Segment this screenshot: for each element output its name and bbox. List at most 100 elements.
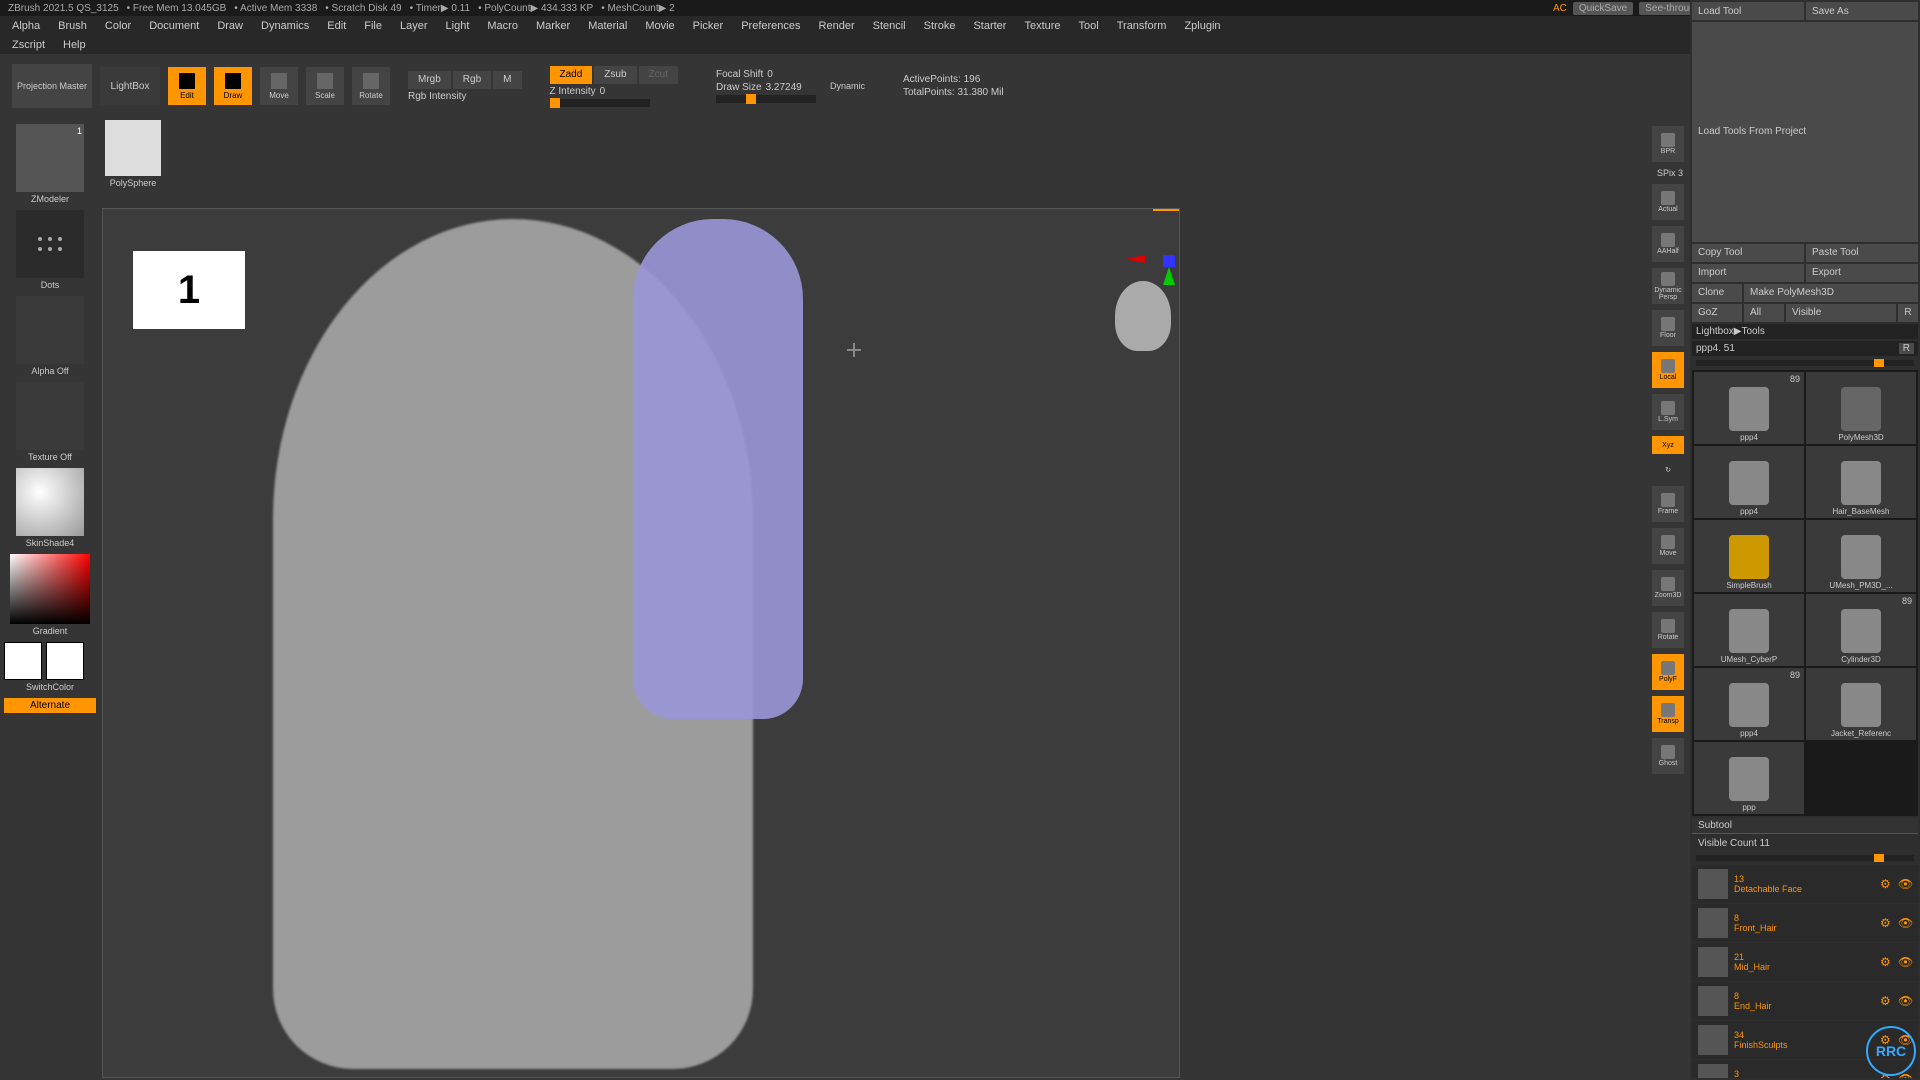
- make-polymesh-button[interactable]: Make PolyMesh3D: [1744, 284, 1918, 302]
- menu-texture[interactable]: Texture: [1024, 20, 1060, 32]
- menu-brush[interactable]: Brush: [58, 20, 87, 32]
- subtool-item[interactable]: 21Mid_Hair ⚙👁: [1692, 943, 1918, 981]
- color-picker[interactable]: [10, 554, 90, 624]
- texture-thumbnail[interactable]: [16, 382, 84, 450]
- spin-icon[interactable]: ↻: [1652, 460, 1684, 480]
- local-button[interactable]: Local: [1652, 352, 1684, 388]
- paste-tool-button[interactable]: Paste Tool: [1806, 244, 1918, 262]
- menu-starter[interactable]: Starter: [973, 20, 1006, 32]
- tool-item[interactable]: 89ppp4: [1694, 372, 1804, 444]
- tool-item[interactable]: SimpleBrush: [1694, 520, 1804, 592]
- persp-button[interactable]: Dynamic Persp: [1652, 268, 1684, 304]
- zcut-button[interactable]: Zcut: [639, 66, 678, 84]
- copy-tool-button[interactable]: Copy Tool: [1692, 244, 1804, 262]
- tool-item[interactable]: Jacket_Referenc: [1806, 668, 1916, 740]
- rotate-nav-button[interactable]: Rotate: [1652, 612, 1684, 648]
- tool-item[interactable]: 89ppp4: [1694, 668, 1804, 740]
- dynamic-toggle[interactable]: Dynamic: [830, 81, 865, 91]
- material-thumbnail[interactable]: [16, 468, 84, 536]
- r-button-1[interactable]: R: [1898, 304, 1918, 322]
- menu-macro[interactable]: Macro: [487, 20, 518, 32]
- navigation-gizmo[interactable]: [1115, 255, 1175, 345]
- move-nav-button[interactable]: Move: [1652, 528, 1684, 564]
- secondary-color-swatch[interactable]: [46, 642, 84, 680]
- switch-color-swatches[interactable]: [4, 642, 96, 680]
- alternate-button[interactable]: Alternate: [4, 698, 96, 713]
- gear-icon[interactable]: ⚙: [1880, 955, 1894, 969]
- zoom3d-button[interactable]: Zoom3D: [1652, 570, 1684, 606]
- export-button[interactable]: Export: [1806, 264, 1918, 282]
- spix-label[interactable]: SPix 3: [1652, 168, 1688, 178]
- goz-visible-button[interactable]: Visible: [1786, 304, 1896, 322]
- zsub-button[interactable]: Zsub: [594, 66, 636, 84]
- tool-name-bar[interactable]: ppp4. 51 R: [1692, 341, 1918, 356]
- aahalf-button[interactable]: AAHalf: [1652, 226, 1684, 262]
- menu-render[interactable]: Render: [819, 20, 855, 32]
- xyz-button[interactable]: Xyz: [1652, 436, 1684, 454]
- menu-stroke[interactable]: Stroke: [924, 20, 956, 32]
- menu-stencil[interactable]: Stencil: [873, 20, 906, 32]
- visible-count-slider[interactable]: [1696, 855, 1914, 861]
- tool-item[interactable]: ppp: [1694, 742, 1804, 814]
- menu-dynamics[interactable]: Dynamics: [261, 20, 309, 32]
- bpr-button[interactable]: BPR: [1652, 126, 1684, 162]
- camera-head-icon[interactable]: [1115, 281, 1171, 351]
- brush-thumbnail[interactable]: 1: [16, 124, 84, 192]
- actual-button[interactable]: Actual: [1652, 184, 1684, 220]
- tool-item[interactable]: PolyMesh3D: [1806, 372, 1916, 444]
- menu-zplugin[interactable]: Zplugin: [1184, 20, 1220, 32]
- draw-size-slider[interactable]: [716, 95, 816, 103]
- subtool-item[interactable]: 13Detachable Face ⚙👁: [1692, 865, 1918, 903]
- menu-file[interactable]: File: [364, 20, 382, 32]
- frame-button[interactable]: Frame: [1652, 486, 1684, 522]
- load-tool-button[interactable]: Load Tool: [1692, 2, 1804, 20]
- menu-color[interactable]: Color: [105, 20, 131, 32]
- floor-button[interactable]: Floor: [1652, 310, 1684, 346]
- transp-button[interactable]: Transp: [1652, 696, 1684, 732]
- goz-all-button[interactable]: All: [1744, 304, 1784, 322]
- gear-icon[interactable]: ⚙: [1880, 916, 1894, 930]
- stroke-thumbnail[interactable]: [16, 210, 84, 278]
- tool-item[interactable]: Hair_BaseMesh: [1806, 446, 1916, 518]
- menu-marker[interactable]: Marker: [536, 20, 570, 32]
- r-button-2[interactable]: R: [1899, 343, 1914, 354]
- eye-icon[interactable]: 👁: [1898, 916, 1912, 930]
- menu-material[interactable]: Material: [588, 20, 627, 32]
- tool-item[interactable]: UMesh_CyberP: [1694, 594, 1804, 666]
- main-color-swatch[interactable]: [4, 642, 42, 680]
- tool-item[interactable]: 89Cylinder3D: [1806, 594, 1916, 666]
- subtool-header[interactable]: Subtool: [1692, 818, 1918, 834]
- subtool-item[interactable]: 8Front_Hair ⚙👁: [1692, 904, 1918, 942]
- menu-light[interactable]: Light: [446, 20, 470, 32]
- lightbox-button[interactable]: LightBox: [100, 67, 160, 105]
- tool-item[interactable]: ppp4: [1694, 446, 1804, 518]
- eye-icon[interactable]: 👁: [1898, 955, 1912, 969]
- subtool-item[interactable]: 8End_Hair ⚙👁: [1692, 982, 1918, 1020]
- menu-document[interactable]: Document: [149, 20, 199, 32]
- m-button[interactable]: M: [493, 71, 521, 89]
- import-button[interactable]: Import: [1692, 264, 1804, 282]
- lsym-button[interactable]: L.Sym: [1652, 394, 1684, 430]
- polysphere-thumbnail[interactable]: [105, 120, 161, 176]
- eye-icon[interactable]: 👁: [1898, 994, 1912, 1008]
- gear-icon[interactable]: ⚙: [1880, 994, 1894, 1008]
- gear-icon[interactable]: ⚙: [1880, 877, 1894, 891]
- scale-button[interactable]: Scale: [306, 67, 344, 105]
- menu-movie[interactable]: Movie: [645, 20, 674, 32]
- canvas-preview[interactable]: 1: [133, 251, 245, 329]
- polyf-button[interactable]: PolyF: [1652, 654, 1684, 690]
- goz-button[interactable]: GoZ: [1692, 304, 1742, 322]
- menu-tool[interactable]: Tool: [1079, 20, 1099, 32]
- clone-button[interactable]: Clone: [1692, 284, 1742, 302]
- tool-slider[interactable]: [1696, 360, 1914, 366]
- load-project-button[interactable]: Load Tools From Project: [1692, 22, 1918, 242]
- save-as-button[interactable]: Save As: [1806, 2, 1918, 20]
- menu-transform[interactable]: Transform: [1117, 20, 1167, 32]
- draw-button[interactable]: Draw: [214, 67, 252, 105]
- mrgb-button[interactable]: Mrgb: [408, 71, 451, 89]
- menu-draw[interactable]: Draw: [217, 20, 243, 32]
- menu-edit[interactable]: Edit: [327, 20, 346, 32]
- edit-button[interactable]: Edit: [168, 67, 206, 105]
- alpha-thumbnail[interactable]: [16, 296, 84, 364]
- quicksave-button[interactable]: QuickSave: [1573, 2, 1633, 15]
